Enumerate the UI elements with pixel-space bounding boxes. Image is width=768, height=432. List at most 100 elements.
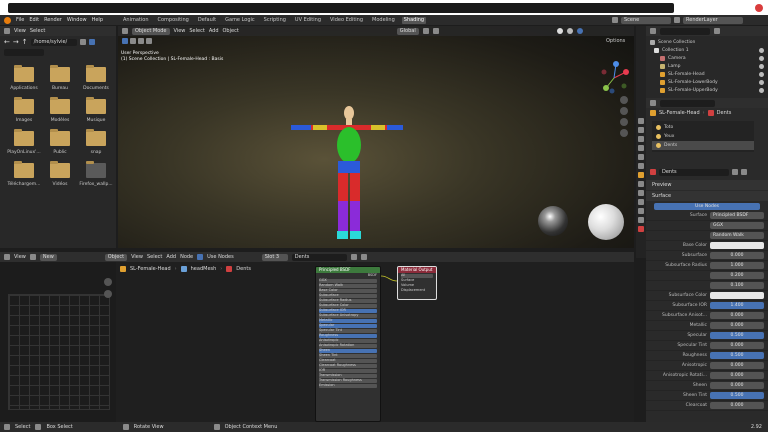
property-value-field[interactable]: 1.000: [710, 262, 764, 269]
property-value-field[interactable]: 0.000: [710, 402, 764, 409]
transform-orientation[interactable]: Global: [396, 27, 419, 35]
file-item[interactable]: Musique: [78, 97, 114, 123]
editor-type-icon[interactable]: [4, 254, 10, 260]
property-value-field[interactable]: 0.200: [710, 272, 764, 279]
data-tab-icon[interactable]: [638, 217, 644, 223]
editor-type-icon[interactable]: [650, 28, 656, 34]
outliner-search-input[interactable]: [660, 27, 710, 35]
properties-search-input[interactable]: [660, 99, 715, 107]
select-mode-icon[interactable]: [130, 38, 136, 44]
tab-animation[interactable]: Animation: [121, 17, 151, 24]
filter-icon[interactable]: [88, 39, 95, 45]
ortho-toggle-icon[interactable]: [620, 129, 628, 137]
navigation-gizmo[interactable]: [596, 60, 632, 96]
path-field[interactable]: /home/sylvie/: [30, 38, 77, 46]
material-slot[interactable]: Toto: [652, 123, 754, 132]
image-editor[interactable]: [0, 262, 116, 422]
world-tab-icon[interactable]: [638, 163, 644, 169]
property-value-field[interactable]: 0.000: [710, 252, 764, 259]
node-socket-row[interactable]: Displacement: [398, 288, 436, 293]
fb-menu-select[interactable]: Select: [30, 28, 45, 34]
shading-material-icon[interactable]: [566, 28, 573, 34]
property-value-field[interactable]: 0.000: [710, 312, 764, 319]
3d-viewport[interactable]: Object Mode View Select Add Object Globa…: [118, 26, 634, 248]
node-value-bar[interactable]: [319, 368, 377, 373]
shading-rendered-icon[interactable]: [576, 28, 583, 34]
vp-menu-object[interactable]: Object: [223, 28, 239, 34]
file-item[interactable]: Bureau: [42, 65, 78, 91]
visibility-eye-icon[interactable]: [759, 71, 764, 77]
outliner-row[interactable]: Camera: [650, 54, 764, 62]
pan-hand-icon[interactable]: [104, 290, 112, 298]
select-mode-icon-3[interactable]: [146, 38, 152, 44]
render-layer-selector[interactable]: RenderLayer: [683, 16, 743, 24]
tab-uv-editing[interactable]: UV Editing: [293, 17, 323, 24]
outliner-row[interactable]: Collection 1: [650, 46, 764, 54]
property-value-field[interactable]: [710, 292, 764, 299]
editor-type-icon[interactable]: [650, 100, 656, 106]
output-tab-icon[interactable]: [638, 136, 644, 142]
menu-window[interactable]: Window: [67, 17, 87, 23]
file-item[interactable]: Applications: [6, 65, 42, 91]
menu-edit[interactable]: Edit: [29, 17, 39, 23]
vp-menu-view[interactable]: View: [174, 28, 186, 34]
render-tab-icon[interactable]: [638, 127, 644, 133]
ne-menu-view[interactable]: View: [14, 254, 26, 260]
tab-video-editing[interactable]: Video Editing: [328, 17, 365, 24]
menu-render[interactable]: Render: [44, 17, 62, 23]
parent-folder-icon[interactable]: ↑: [22, 38, 28, 46]
property-value-field[interactable]: 0.000: [710, 322, 764, 329]
close-window-icon[interactable]: [755, 4, 763, 12]
visibility-eye-icon[interactable]: [759, 79, 764, 85]
vp-menu-select[interactable]: Select: [189, 28, 204, 34]
character-model[interactable]: [283, 101, 403, 251]
property-value-field[interactable]: 0.000: [710, 382, 764, 389]
property-value-field[interactable]: 0.500: [710, 352, 764, 359]
file-item[interactable]: Documents: [78, 65, 114, 91]
visibility-eye-icon[interactable]: [759, 47, 764, 53]
tab-modeling[interactable]: Modeling: [370, 17, 397, 24]
active-object-name[interactable]: SL-Female-Head: [659, 110, 700, 116]
vp-menu-add[interactable]: Add: [209, 28, 219, 34]
object-tab-icon[interactable]: [638, 172, 644, 178]
modifier-tab-icon[interactable]: [638, 181, 644, 187]
use-nodes-checkbox[interactable]: [197, 254, 204, 260]
breadcrumb-object[interactable]: SL-Female-Head: [130, 266, 171, 272]
forward-arrow-icon[interactable]: →: [13, 38, 19, 46]
tab-scripting[interactable]: Scripting: [262, 17, 288, 24]
property-value-field[interactable]: 0.100: [710, 282, 764, 289]
pin-icon[interactable]: [29, 254, 36, 260]
file-item[interactable]: Firefox_wallp...: [78, 161, 114, 187]
mode-selector[interactable]: Object Mode: [132, 27, 170, 35]
proportional-icon[interactable]: [432, 28, 439, 34]
property-value-field[interactable]: 0.000: [710, 342, 764, 349]
file-item[interactable]: snap: [78, 129, 114, 155]
surface-section[interactable]: Surface: [646, 191, 768, 201]
menu-help[interactable]: Help: [92, 17, 103, 23]
principled-bsdf-node[interactable]: Principled BSDF BSDF GGX Random Walk Base C…: [315, 266, 381, 422]
breadcrumb-material[interactable]: Dents: [236, 266, 251, 272]
outliner-row[interactable]: SL-Female-UpperBody: [650, 86, 764, 94]
file-item[interactable]: Téléchargem...: [6, 161, 42, 187]
outliner-row[interactable]: SL-Female-Head: [650, 70, 764, 78]
pan-hand-icon[interactable]: [620, 107, 628, 115]
physics-tab-icon[interactable]: [638, 199, 644, 205]
ne-menu-node[interactable]: Node: [180, 254, 193, 260]
tab-game-logic[interactable]: Game Logic: [223, 17, 257, 24]
particles-tab-icon[interactable]: [638, 190, 644, 196]
file-item[interactable]: Modèles: [42, 97, 78, 123]
material-browse-icon[interactable]: [650, 169, 656, 175]
use-nodes-button[interactable]: Use Nodes: [654, 202, 760, 210]
subsurface-method-dropdown[interactable]: Random Walk: [710, 232, 764, 239]
options-menu[interactable]: Options: [606, 38, 625, 44]
tab-shading[interactable]: Shading: [401, 16, 427, 24]
delete-material-icon[interactable]: [350, 254, 357, 260]
outliner-row[interactable]: SL-Female-LowerBody: [650, 78, 764, 86]
constraints-tab-icon[interactable]: [638, 208, 644, 214]
ne-menu-select[interactable]: Select: [147, 254, 162, 260]
breadcrumb-mesh[interactable]: headMesh: [191, 266, 217, 272]
property-value-field[interactable]: 0.000: [710, 362, 764, 369]
ne-menu-add[interactable]: Add: [166, 254, 176, 260]
tab-compositing[interactable]: Compositing: [156, 17, 191, 24]
snap-icon[interactable]: [422, 28, 429, 34]
